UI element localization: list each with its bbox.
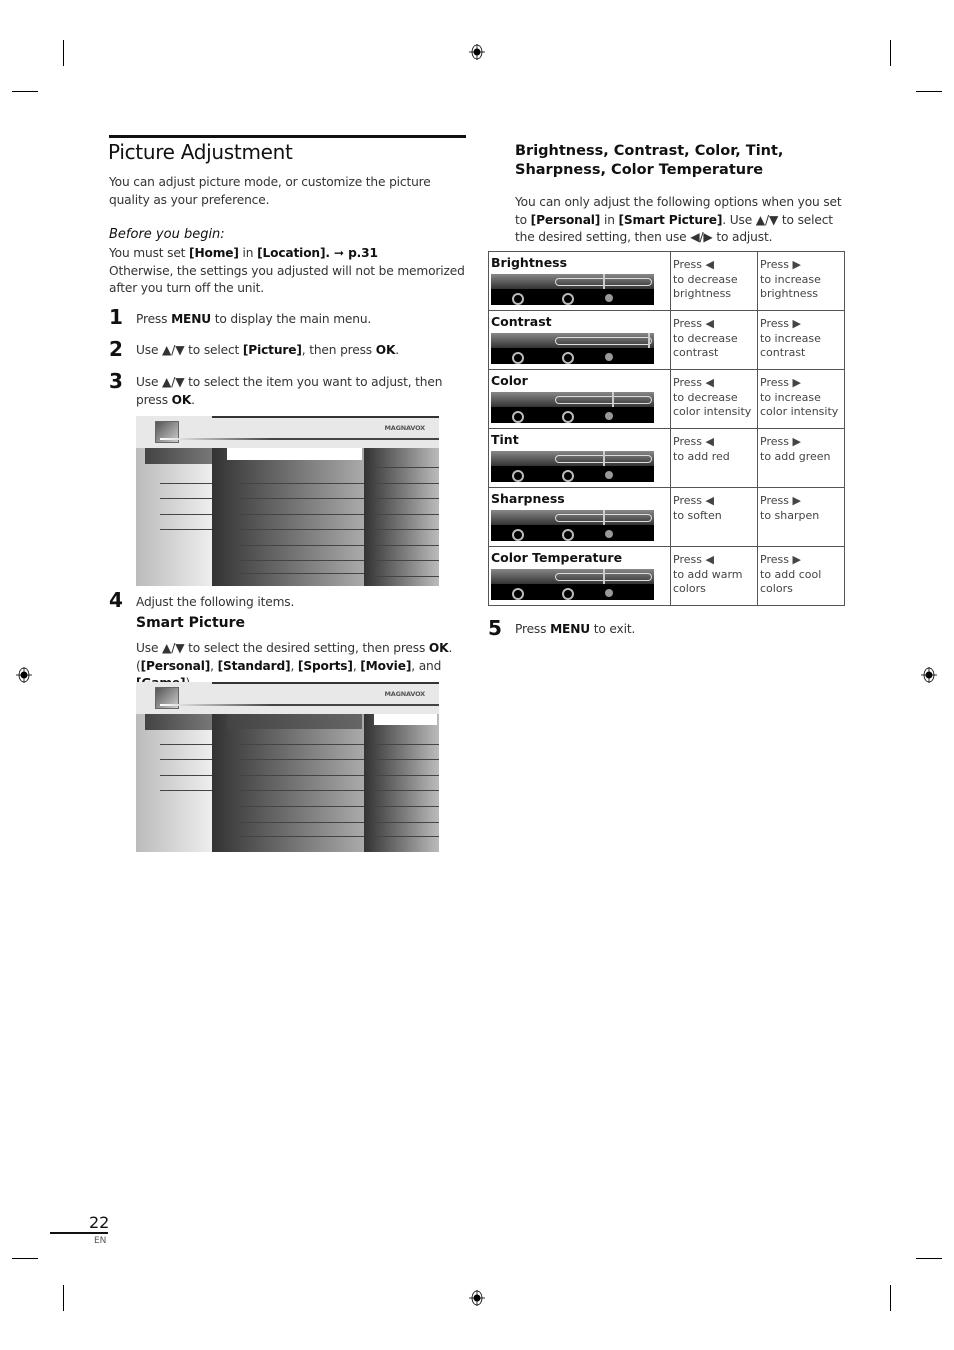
up-down-button-icon <box>562 411 574 423</box>
crop-mark <box>890 1285 891 1311</box>
slider-knob <box>603 274 605 289</box>
menu-selected-option <box>374 714 437 725</box>
adjust-row-color: Color Press ◀ to decrease color intensity P… <box>488 369 845 429</box>
step-5-text: Press MENU to exit. <box>515 622 636 636</box>
left-right-button-icon <box>512 529 524 541</box>
intro-text: You can adjust picture mode, or customiz… <box>109 175 431 207</box>
slider-screen <box>491 569 654 600</box>
menu-selected-category <box>145 448 212 464</box>
left-right-button-icon <box>512 411 524 423</box>
adjust-section-heading: Brightness, Contrast, Color, Tint, Sharpn… <box>515 143 784 178</box>
ok-button-icon <box>605 412 613 420</box>
registration-mark-icon <box>469 1290 485 1306</box>
increase-cell: Press ▶ to increase color intensity <box>757 369 845 429</box>
crop-mark <box>63 40 64 66</box>
step-number: 1 <box>109 305 123 329</box>
slider-knob <box>603 510 605 525</box>
step-number: 2 <box>109 337 123 361</box>
slider-screen <box>491 333 654 364</box>
increase-cell: Press ▶ to add green <box>757 428 845 488</box>
slider-knob <box>648 333 650 348</box>
brand-logo: MAGNAVOX <box>384 424 426 432</box>
before-text: You must set [Home] in [Location]. ➞ p.3… <box>109 246 465 295</box>
decrease-cell: Press ◀ to decrease contrast <box>670 310 758 370</box>
smart-picture-heading: Smart Picture <box>136 615 246 631</box>
adjust-row-tint: Tint Press ◀ to add red Press ▶ to add green <box>488 428 845 488</box>
ok-button-icon <box>605 589 613 597</box>
ok-button-icon <box>605 294 613 302</box>
ok-button-icon <box>605 353 613 361</box>
language-code: EN <box>94 1236 107 1246</box>
ok-button-icon <box>605 471 613 479</box>
left-right-button-icon <box>512 293 524 305</box>
up-down-button-icon <box>562 293 574 305</box>
title-rule <box>109 135 466 138</box>
step-1-text: Press MENU to display the main menu. <box>136 312 372 326</box>
increase-cell: Press ▶ to increase contrast <box>757 310 845 370</box>
up-down-button-icon <box>562 352 574 364</box>
registration-mark-icon <box>469 44 485 60</box>
decrease-cell: Press ◀ to decrease color intensity <box>670 369 758 429</box>
menu-selected-category <box>145 714 212 730</box>
adjustment-table: Brightness Press ◀ to decrease brightness P… <box>488 251 845 606</box>
slider-screen <box>491 451 654 482</box>
slider-screen <box>491 510 654 541</box>
adjust-row-label: Color <box>491 373 528 388</box>
up-down-button-icon <box>562 470 574 482</box>
slider-track <box>555 337 652 345</box>
page-title: Picture Adjustment <box>108 140 293 164</box>
left-right-button-icon <box>512 588 524 600</box>
crop-mark <box>63 1285 64 1311</box>
decrease-cell: Press ◀ to add warm colors <box>670 546 758 606</box>
crop-mark <box>890 40 891 66</box>
adjust-row-label: Contrast <box>491 314 552 329</box>
step-2-text: Use ▲/▼ to select [Picture], then press … <box>136 343 399 357</box>
adjust-row-contrast: Contrast Press ◀ to decrease contrast Press… <box>488 310 845 370</box>
adjust-row-color-temperature: Color Temperature Press ◀ to add warm colo… <box>488 546 845 606</box>
adjust-row-label: Brightness <box>491 255 568 270</box>
decrease-cell: Press ◀ to add red <box>670 428 758 488</box>
brand-logo: MAGNAVOX <box>384 690 426 698</box>
decrease-cell: Press ◀ to soften <box>670 487 758 547</box>
adjust-row-label: Sharpness <box>491 491 565 506</box>
adjust-row-label: Color Temperature <box>491 550 623 565</box>
slider-knob <box>603 451 605 466</box>
increase-cell: Press ▶ to increase brightness <box>757 251 845 311</box>
left-right-button-icon <box>512 352 524 364</box>
increase-cell: Press ▶ to add cool colors <box>757 546 845 606</box>
step-number: 5 <box>488 616 502 640</box>
slider-screen <box>491 392 654 423</box>
up-down-button-icon <box>562 529 574 541</box>
adjust-section-desc: You can only adjust the following option… <box>515 195 842 244</box>
page-reference-link[interactable]: . ➞ p.31 <box>325 246 378 260</box>
step-4-text: Adjust the following items. <box>136 595 295 609</box>
slider-knob <box>603 569 605 584</box>
adjust-row-brightness: Brightness Press ◀ to decrease brightness P… <box>488 251 845 311</box>
menu-screen-smart-picture: MAGNAVOX <box>136 682 439 852</box>
step-number: 4 <box>109 588 123 612</box>
registration-mark-icon <box>921 667 937 683</box>
slider-screen <box>491 274 654 305</box>
crop-mark <box>916 91 942 92</box>
step-3-text: Use ▲/▼ to select the item you want to a… <box>136 375 443 407</box>
slider-track <box>555 396 652 404</box>
left-right-button-icon <box>512 470 524 482</box>
before-heading: Before you begin: <box>109 227 225 242</box>
step-number: 3 <box>109 369 123 393</box>
crop-mark <box>916 1258 942 1259</box>
registration-mark-icon <box>16 667 32 683</box>
increase-cell: Press ▶ to sharpen <box>757 487 845 547</box>
adjust-row-sharpness: Sharpness Press ◀ to soften Press ▶ to sharp… <box>488 487 845 547</box>
slider-knob <box>612 392 614 407</box>
menu-selected-item <box>227 448 362 460</box>
ok-button-icon <box>605 530 613 538</box>
up-down-button-icon <box>562 588 574 600</box>
page-number: 22 <box>89 1213 110 1232</box>
page-number-rule <box>50 1232 108 1234</box>
menu-screen-picture: MAGNAVOX <box>136 416 439 586</box>
crop-mark <box>12 91 38 92</box>
adjust-row-label: Tint <box>491 432 519 447</box>
crop-mark <box>12 1258 38 1259</box>
decrease-cell: Press ◀ to decrease brightness <box>670 251 758 311</box>
